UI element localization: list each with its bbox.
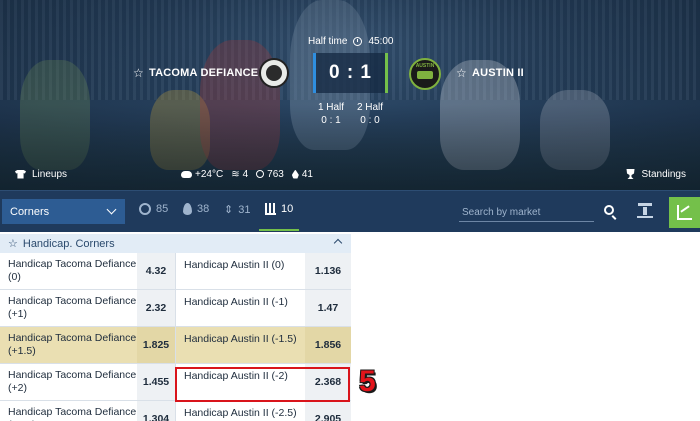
attendance-icon xyxy=(256,170,265,178)
filter-all[interactable]: 85 xyxy=(139,203,168,215)
arrows-icon: ⇕ xyxy=(224,204,234,216)
away-odd[interactable]: 1.47 xyxy=(305,290,351,326)
chart-icon xyxy=(677,205,692,220)
away-team-name: AUSTIN II xyxy=(471,67,524,79)
search-icon[interactable] xyxy=(604,205,614,215)
wind-icon: ≋ xyxy=(231,168,240,180)
home-team[interactable]: ☆ TACOMA DEFIANCE xyxy=(133,66,258,80)
match-info-bar: Lineups +24°C ≋ 4 763 41 Standings xyxy=(0,160,700,188)
chevron-down-icon xyxy=(106,204,117,215)
match-conditions: +24°C ≋ 4 763 41 xyxy=(181,169,313,180)
home-odd[interactable]: 1.825 xyxy=(137,327,175,363)
annotation-number: 5 xyxy=(359,365,376,398)
humidity-icon xyxy=(291,169,299,179)
half-label: 2 Half xyxy=(356,102,384,113)
filter-count: 10 xyxy=(281,203,294,215)
humidity: 41 xyxy=(301,168,313,180)
market-toolbar: Corners 85 38 ⇕ 31 10 xyxy=(0,190,700,232)
star-icon[interactable]: ☆ xyxy=(456,66,467,80)
filter-count: 85 xyxy=(156,203,169,215)
away-odd[interactable]: 2.905 xyxy=(305,401,351,421)
half-score: 0 : 1 xyxy=(321,115,341,126)
market-group-value: Corners xyxy=(10,205,50,218)
pin-icon[interactable] xyxy=(637,203,653,219)
lineups-button[interactable]: Lineups xyxy=(15,169,67,180)
away-odd[interactable]: 1.856 xyxy=(305,327,351,363)
home-odd[interactable]: 2.32 xyxy=(137,290,175,326)
away-outcome-label[interactable]: Handicap Austin II (-1.5) xyxy=(175,327,305,363)
half-score-2: 2 Half 0 : 0 xyxy=(352,101,388,127)
market-header[interactable]: ☆ Handicap. Corners xyxy=(0,234,351,253)
table-row: Handicap Tacoma Defiance (+1) 2.32 Handi… xyxy=(0,290,351,327)
filter-count: 38 xyxy=(197,203,210,215)
filter-popular[interactable]: 38 xyxy=(183,203,209,215)
chart-view-button[interactable] xyxy=(669,197,700,228)
filter-totals[interactable]: ⇕ 31 xyxy=(224,203,251,217)
star-icon[interactable]: ☆ xyxy=(133,66,144,80)
match-score: 0 : 1 xyxy=(328,62,373,83)
home-outcome-label[interactable]: Handicap Tacoma Defiance (+2.5) xyxy=(0,401,137,421)
filter-corners[interactable]: 10 xyxy=(265,203,293,215)
home-outcome-label[interactable]: Handicap Tacoma Defiance (+1) xyxy=(0,290,137,326)
away-team-logo: AUSTIN xyxy=(409,58,441,90)
search-input[interactable] xyxy=(459,203,594,222)
half-score: 0 : 0 xyxy=(360,115,380,126)
away-odd[interactable]: 1.136 xyxy=(305,253,351,289)
away-outcome-label[interactable]: Handicap Austin II (-1) xyxy=(175,290,305,326)
table-row: Handicap Tacoma Defiance (+2.5) 1.304 Ha… xyxy=(0,401,351,421)
market-search xyxy=(459,202,594,222)
home-team-logo xyxy=(259,58,289,88)
home-odd[interactable]: 4.32 xyxy=(137,253,175,289)
market-title: Handicap. Corners xyxy=(22,237,115,250)
table-row: Handicap Tacoma Defiance (0) 4.32 Handic… xyxy=(0,253,351,290)
clock-icon xyxy=(353,37,363,46)
cloud-icon xyxy=(181,170,192,178)
target-icon xyxy=(139,203,151,215)
lineups-label: Lineups xyxy=(32,168,68,180)
shirt-icon xyxy=(15,169,26,179)
match-page: ☆ TACOMA DEFIANCE Half time 45:00 0 : 1 … xyxy=(0,0,700,421)
scoreboard: 0 : 1 xyxy=(313,53,388,93)
filter-count: 31 xyxy=(238,203,251,216)
standings-button[interactable]: Standings xyxy=(626,169,686,180)
fire-icon xyxy=(183,203,192,215)
standings-label: Standings xyxy=(641,168,686,180)
half-label: 1 Half xyxy=(317,102,345,113)
active-filter-indicator xyxy=(259,229,299,231)
home-odd[interactable]: 1.304 xyxy=(137,401,175,421)
home-odd[interactable]: 1.455 xyxy=(137,364,175,400)
home-team-name: TACOMA DEFIANCE xyxy=(148,67,259,79)
half-score-1: 1 Half 0 : 1 xyxy=(313,101,349,127)
highlight-box xyxy=(175,367,350,402)
star-icon[interactable]: ☆ xyxy=(8,237,18,250)
wind-speed: 4 xyxy=(242,168,249,180)
corner-flag-icon xyxy=(265,203,276,215)
match-header: ☆ TACOMA DEFIANCE Half time 45:00 0 : 1 … xyxy=(0,0,700,190)
match-status: Half time 45:00 xyxy=(308,36,393,47)
temperature: +24°C xyxy=(195,168,224,180)
away-logo-text: AUSTIN xyxy=(415,63,435,69)
attendance: 763 xyxy=(267,168,284,180)
away-team[interactable]: ☆ AUSTIN II xyxy=(456,66,524,80)
home-outcome-label[interactable]: Handicap Tacoma Defiance (+2) xyxy=(0,364,137,400)
away-outcome-label[interactable]: Handicap Austin II (-2.5) xyxy=(175,401,305,421)
trophy-icon xyxy=(626,169,635,179)
match-status-text: Half time xyxy=(308,36,348,47)
home-outcome-label[interactable]: Handicap Tacoma Defiance (+1.5) xyxy=(0,327,137,363)
away-outcome-label[interactable]: Handicap Austin II (0) xyxy=(175,253,305,289)
table-row: Handicap Tacoma Defiance (+1.5) 1.825 Ha… xyxy=(0,327,351,364)
market-group-select[interactable]: Corners xyxy=(2,199,125,224)
chevron-up-icon[interactable] xyxy=(333,238,343,248)
home-outcome-label[interactable]: Handicap Tacoma Defiance (0) xyxy=(0,253,137,289)
match-clock: 45:00 xyxy=(368,36,394,47)
